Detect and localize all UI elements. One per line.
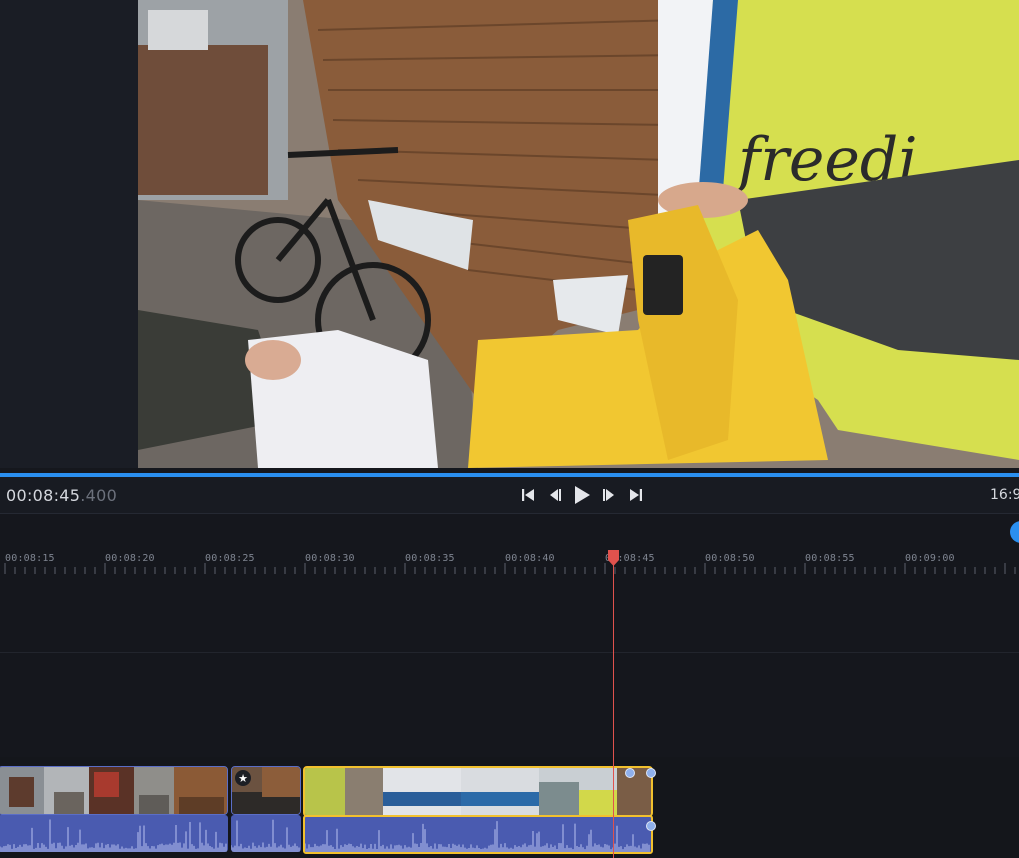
audio-waveform[interactable] xyxy=(231,815,301,852)
player-control-bar: 00:08:45.400 16:9 xyxy=(0,477,1019,514)
timeline-zoom-knob[interactable] xyxy=(1010,521,1019,543)
audio-waveform[interactable] xyxy=(0,815,228,852)
timecode-milliseconds: .400 xyxy=(80,486,118,505)
timecode-main: 00:08:45 xyxy=(6,486,81,505)
step-back-icon[interactable] xyxy=(546,486,564,504)
skip-to-end-icon[interactable] xyxy=(627,486,645,504)
text-track[interactable] xyxy=(0,653,1019,756)
playhead-marker[interactable] xyxy=(607,550,620,566)
volume-handle[interactable] xyxy=(646,821,656,831)
overlay-track[interactable] xyxy=(0,574,1019,653)
aspect-ratio-selector[interactable]: 16:9 xyxy=(990,487,1019,503)
play-icon[interactable] xyxy=(573,486,591,504)
transport-controls xyxy=(519,485,645,505)
star-icon[interactable]: ★ xyxy=(235,770,251,786)
clip-transition-handle[interactable] xyxy=(625,768,635,778)
timeline-ruler[interactable]: 00:08:15 00:08:20 00:08:25 00:08:30 00:0… xyxy=(0,514,1019,574)
selected-audio-waveform[interactable] xyxy=(303,815,653,854)
skip-to-start-icon[interactable] xyxy=(519,486,537,504)
current-timecode: 00:08:45.400 xyxy=(6,486,117,505)
preview-side-panel xyxy=(0,0,138,468)
selected-video-clip[interactable] xyxy=(303,766,653,817)
step-forward-icon[interactable] xyxy=(600,486,618,504)
video-clip[interactable] xyxy=(0,766,228,815)
clip-end-handle[interactable] xyxy=(646,768,656,778)
ruler-ticks xyxy=(4,563,1016,574)
video-preview[interactable]: freedi xyxy=(138,0,1019,468)
playhead-line[interactable] xyxy=(613,556,614,858)
